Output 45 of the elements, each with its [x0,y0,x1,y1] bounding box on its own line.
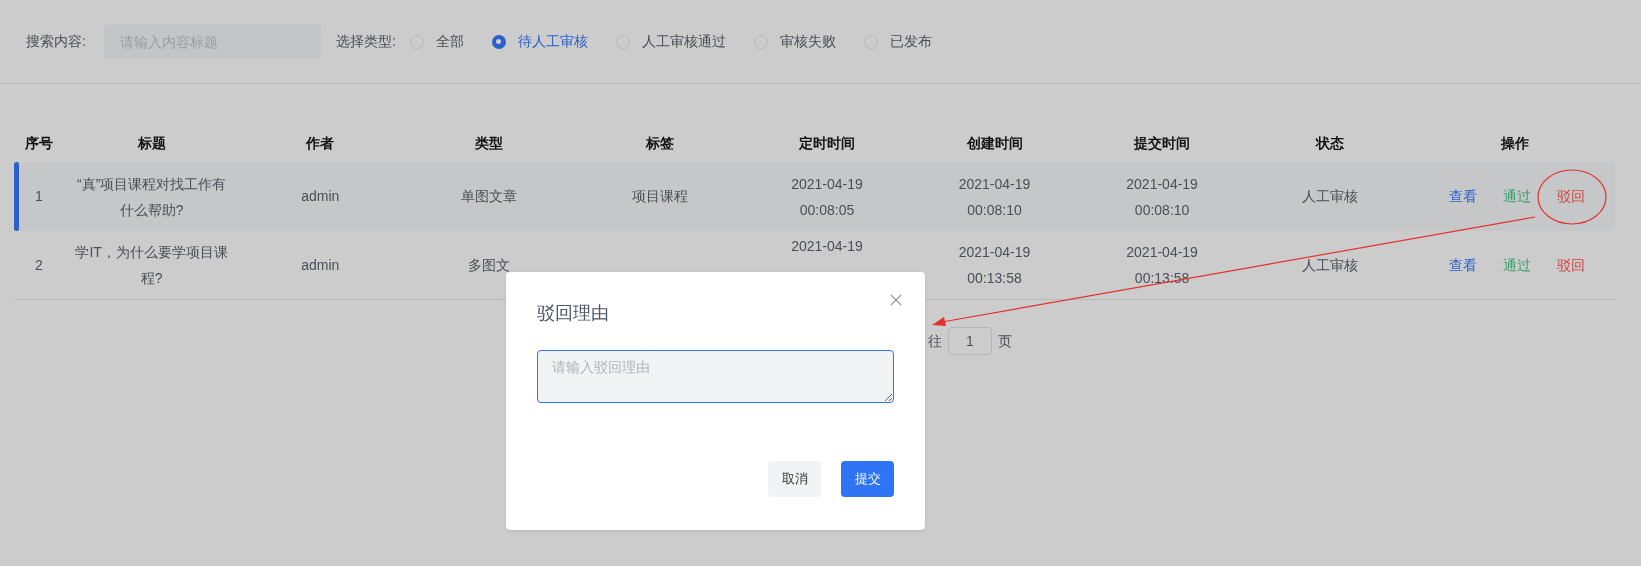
table-cell-text: “真”项目课程对找工作有什么帮助? [76,174,228,220]
column-header: 类型 [474,134,503,151]
column-header: 标签 [646,134,675,151]
table-cell: 人工审核 [1301,256,1358,273]
page-suffix: 页 [998,331,1012,351]
dialog-button[interactable]: 取消 [768,461,821,497]
dialog-title: 驳回理由 [537,302,609,325]
table-cell: 人工审核 [1301,188,1358,204]
action-link[interactable]: 查看 [1448,254,1477,276]
column-header: 定时时间 [798,134,855,151]
column-header: 标题 [137,134,166,151]
dialog-button[interactable]: 提交 [841,461,894,497]
table-cell: 单图文章 [460,188,517,204]
table-cell: admin [301,188,340,204]
column-header: 创建时间 [966,134,1023,151]
table-cell: 项目课程 [632,188,689,204]
datetime-text: 2021-04-19 00:13:58 [958,243,1031,288]
datetime-text: 2021-04-19 00:08:10 [1126,174,1198,220]
type-radio[interactable]: 已发布 [863,31,932,52]
datetime-text: 2021-04-19 [791,237,863,256]
type-radio[interactable]: 全部 [409,31,464,52]
datetime-text: 2021-04-19 00:08:10 [958,174,1031,220]
column-header: 提交时间 [1134,134,1191,151]
action-link[interactable]: 驳回 [1556,254,1585,276]
type-radio[interactable]: 审核失败 [753,31,836,52]
table-cell: 1 [35,188,43,204]
table-cell: 多图文 [467,256,510,273]
type-radio[interactable]: 待人工审核 [491,31,588,52]
table-cell: 2 [35,256,43,273]
type-label: 选择类型: [335,32,396,51]
page-input[interactable]: 1 [948,327,992,355]
search-label: 搜索内容: [26,32,86,51]
action-link[interactable]: 查看 [1448,186,1477,207]
action-link[interactable]: 驳回 [1556,186,1585,207]
column-header: 序号 [24,134,53,151]
column-header: 状态 [1315,134,1344,151]
datetime-text: 2021-04-19 00:08:05 [791,174,863,220]
table-cell-text: 学IT，为什么要学项目课程? [74,243,229,288]
goto-label: 往 [928,331,942,351]
table-row[interactable]: 1 “真”项目课程对找工作有什么帮助? admin 单图文章 项目课程 2021-04-19 00:08:05 2021-04-19 00:08:10 2021-04-19 00:08:10 人工审核 查看 通过 驳回 [14,162,1615,231]
type-radio[interactable]: 人工审核通过 [615,31,726,52]
datetime-text: 2021-04-19 00:13:58 [1126,243,1198,288]
column-header: 作者 [306,134,335,151]
column-header: 操作 [1500,134,1529,151]
table-cell: admin [301,256,340,273]
